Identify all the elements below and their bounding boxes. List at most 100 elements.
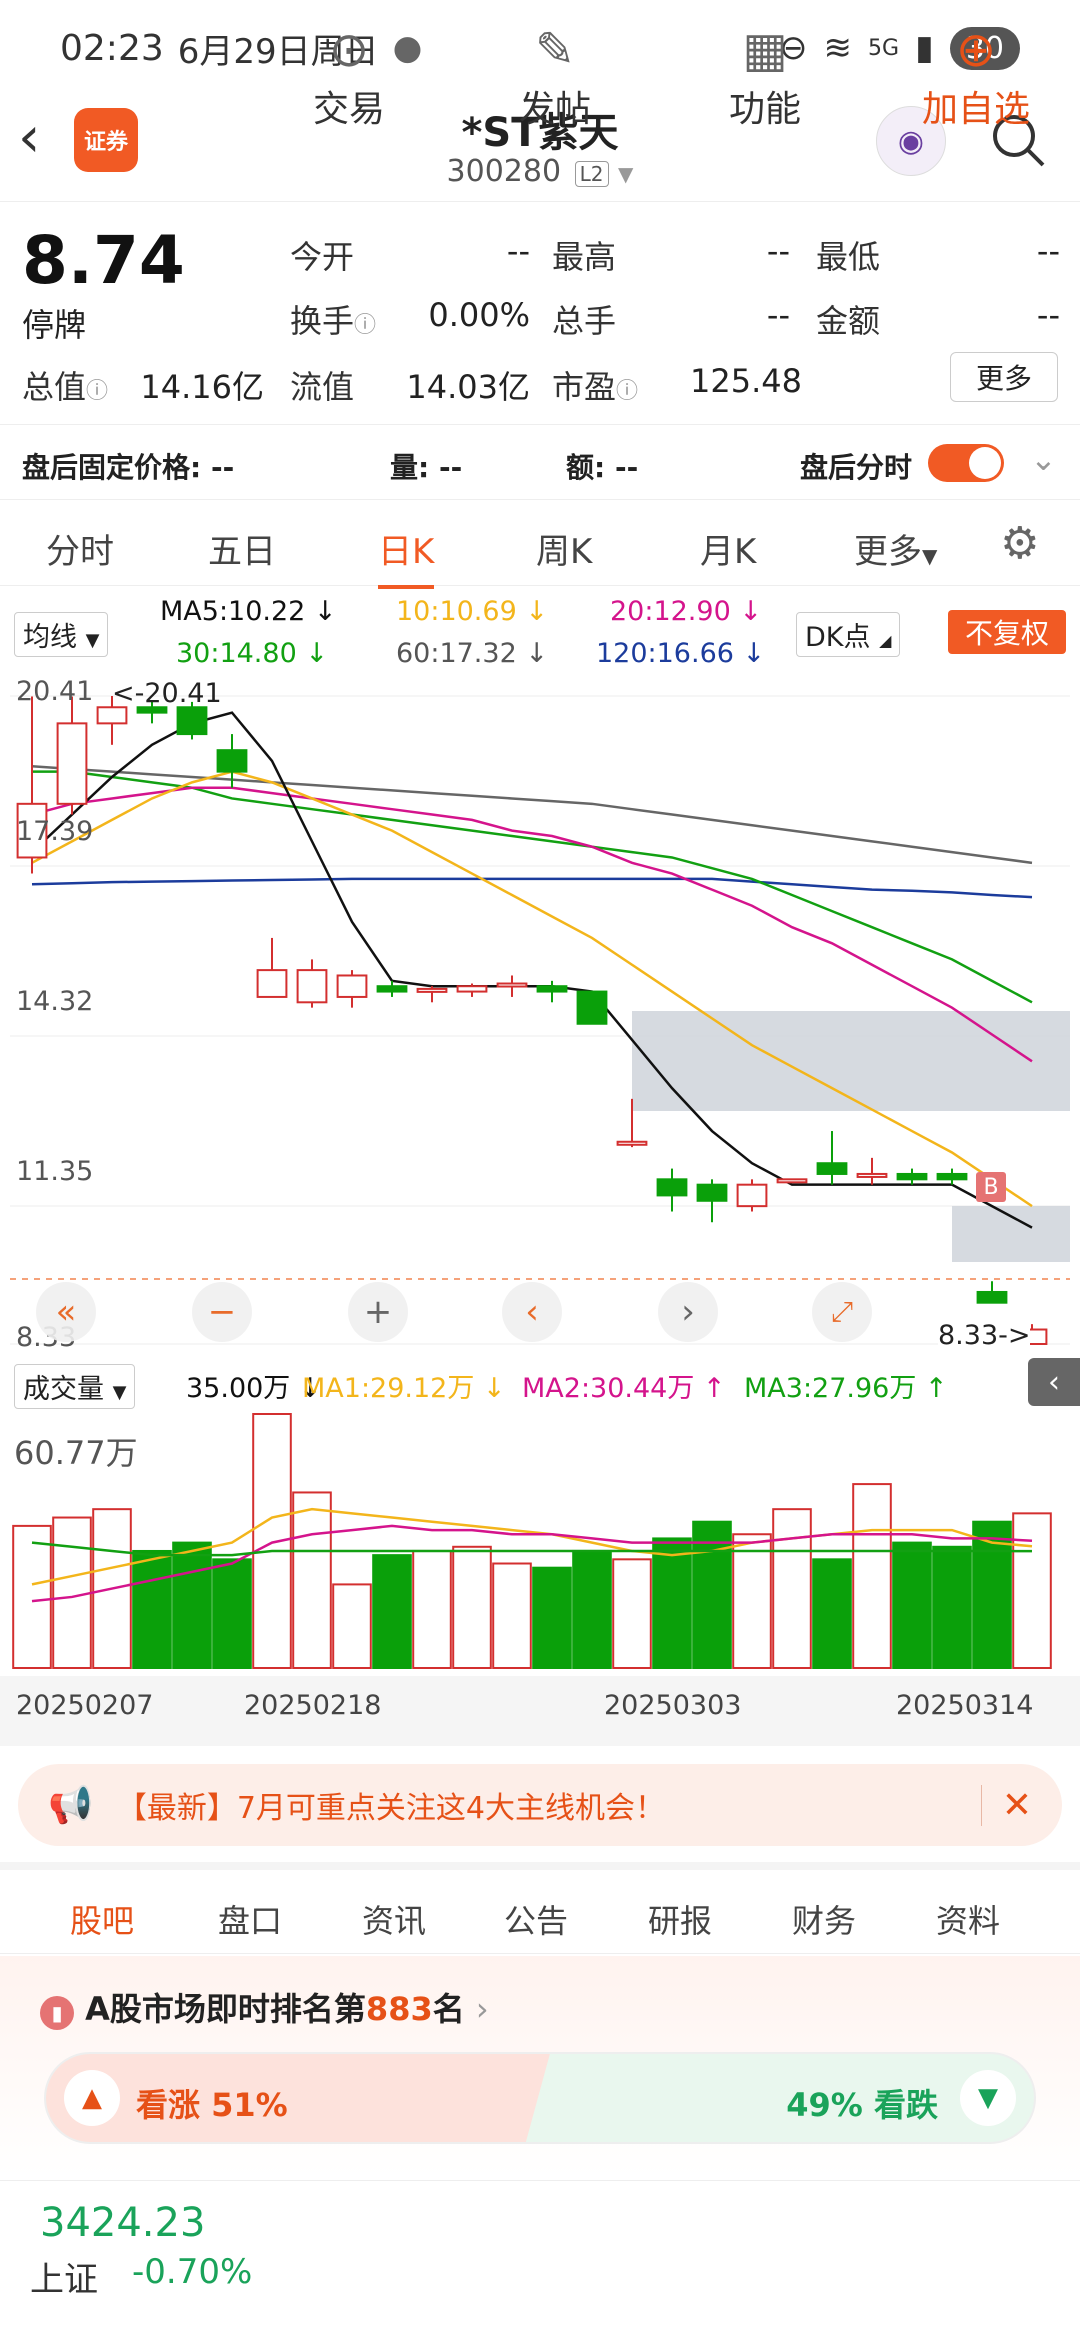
bar-chart-icon: ▮ — [40, 1996, 74, 2030]
zoom-in-icon[interactable]: + — [348, 1282, 408, 1342]
tab-finance[interactable]: 财务 — [792, 1896, 856, 1942]
y-axis-label-3: 14.32 — [16, 986, 94, 1017]
index-change: -0.70% — [132, 2252, 253, 2292]
network-label: 5G — [868, 35, 900, 61]
buy-signal-marker[interactable]: B — [976, 1172, 1006, 1202]
tab-more[interactable]: 更多▼ — [854, 524, 937, 573]
more-button[interactable]: 更多 — [950, 352, 1058, 402]
ma120-label: 120:16.66 ↓ — [596, 638, 766, 669]
quote-value-pe: 125.48 — [690, 362, 802, 400]
adjust-mode-button[interactable]: 不复权 — [948, 610, 1066, 654]
quote-value-float-value: 14.03亿 — [406, 368, 530, 406]
quote-value-high: -- — [766, 232, 790, 270]
tab-monthly-k[interactable]: 月K — [700, 524, 756, 573]
volume-bar — [1012, 1512, 1052, 1670]
after-hours-toggle[interactable] — [928, 444, 1004, 482]
volume-bar — [372, 1554, 412, 1670]
stock-code: 300280 — [446, 154, 562, 189]
scroll-right-icon[interactable]: › — [658, 1282, 718, 1342]
fast-backward-icon[interactable]: « — [36, 1282, 96, 1342]
candle-body — [696, 1183, 728, 1202]
tab-intraday[interactable]: 分时 — [46, 524, 114, 573]
ma5-label: MA5:10.22 ↓ — [160, 596, 337, 627]
candle-body — [656, 1178, 688, 1197]
candle-body — [976, 1290, 1008, 1304]
tab-announcements[interactable]: 公告 — [504, 1896, 568, 1942]
tab-five-day[interactable]: 五日 — [208, 524, 276, 573]
vote-up-button[interactable]: ▲ — [64, 2070, 120, 2126]
candle-body — [176, 706, 208, 736]
volume-bar — [892, 1541, 932, 1669]
volume-bar — [772, 1508, 812, 1669]
market-rank[interactable]: ▮ A股市场即时排名第883名 › — [40, 1984, 489, 2030]
volume-indicator-select[interactable]: 成交量 ▼ — [14, 1364, 136, 1409]
tab-research[interactable]: 研报 — [648, 1896, 712, 1942]
candle-body — [896, 1172, 928, 1181]
volume-bar — [12, 1524, 52, 1669]
candle-body — [416, 987, 448, 993]
tab-pankou[interactable]: 盘口 — [218, 1896, 282, 1942]
quote-value-volume: -- — [766, 296, 790, 334]
ma60-label: 60:17.32 ↓ — [396, 638, 548, 669]
trade-button[interactable]: ⊙ 交易 — [294, 20, 404, 132]
quote-value-total-value: 14.16亿 — [140, 368, 264, 406]
current-price: 8.74 — [22, 222, 185, 299]
vote-down-button[interactable]: ▼ — [960, 2070, 1016, 2126]
edit-icon: ✎ — [534, 22, 576, 78]
close-icon[interactable]: ✕ — [980, 1784, 1032, 1826]
chevron-down-icon[interactable]: ⌄ — [1030, 440, 1057, 478]
gap-zone-lower — [952, 1206, 1070, 1262]
candle-body — [336, 974, 368, 998]
post-button[interactable]: ✎ 发帖 — [500, 20, 610, 132]
y-axis-label-4: 11.35 — [16, 1156, 94, 1187]
info-icon: ⓘ — [86, 379, 109, 404]
after-hours-amount: 额: -- — [566, 451, 639, 484]
caret-down-icon: ▼ — [618, 162, 634, 186]
volume-ma3-label: MA3:27.96万 ↑ — [744, 1373, 948, 1404]
tab-news[interactable]: 资讯 — [362, 1896, 426, 1942]
expand-icon[interactable]: ⤢ — [812, 1282, 872, 1342]
y-axis-label-2: 17.39 — [16, 816, 94, 847]
tab-weekly-k[interactable]: 周K — [536, 524, 592, 573]
tab-daily-k[interactable]: 日K — [378, 524, 435, 589]
scroll-left-icon[interactable]: ‹ — [502, 1282, 562, 1342]
vote-down-label: 49% 看跌 — [786, 2086, 938, 2124]
volume-bar — [572, 1549, 612, 1669]
zoom-out-icon[interactable]: − — [192, 1282, 252, 1342]
volume-chart[interactable] — [10, 1410, 1070, 1672]
collapse-panel-icon[interactable]: ‹ — [1028, 1358, 1080, 1406]
info-icon: ⓘ — [616, 379, 639, 404]
chart-tabs: 分时 五日 日K 周K 月K 更多▼ ⚙ — [0, 510, 1080, 589]
functions-button[interactable]: ▦ 功能 — [710, 20, 820, 132]
info-icon: ⓘ — [354, 313, 377, 338]
candlestick-chart[interactable] — [10, 676, 1070, 1356]
volume-max-label: 60.77万 — [14, 1434, 138, 1472]
grid-icon: ▦ — [742, 22, 788, 78]
tab-profile[interactable]: 资料 — [936, 1896, 1000, 1942]
dk-point-select[interactable]: DK点 ◢ — [796, 612, 901, 657]
tab-guba[interactable]: 股吧 — [70, 1896, 135, 1964]
date-label-4: 20250314 — [896, 1690, 1034, 1721]
gap-zone-upper — [632, 1011, 1070, 1111]
add-watchlist-button[interactable]: ⊕ 加自选 — [906, 20, 1046, 132]
news-banner[interactable]: 📢 【最新】7月可重点关注这4大主线机会！ ✕ — [18, 1764, 1062, 1846]
candle-body — [56, 722, 88, 805]
vote-up-fill — [46, 2054, 550, 2142]
quote-value-turnover: 0.00% — [428, 296, 530, 334]
candle-body — [736, 1183, 768, 1208]
candle-body — [256, 969, 288, 998]
volume-bar — [292, 1491, 332, 1670]
volume-ma1-label: MA1:29.12万 ↓ — [302, 1373, 506, 1404]
volume-bar — [332, 1583, 372, 1670]
index-value[interactable]: 3424.23 — [40, 2200, 205, 2246]
candle-body — [536, 985, 568, 993]
trading-state: 停牌 — [22, 306, 87, 344]
vote-up-label: 看涨 51% — [136, 2086, 288, 2124]
quote-value-open: -- — [506, 232, 530, 270]
indicator-select[interactable]: 均线 ▼ — [14, 612, 109, 657]
candle-body — [296, 969, 328, 1004]
gear-icon[interactable]: ⚙ — [1000, 518, 1039, 569]
volume-bar — [172, 1541, 212, 1669]
volume-bar — [52, 1516, 92, 1669]
candle-body — [856, 1172, 888, 1178]
